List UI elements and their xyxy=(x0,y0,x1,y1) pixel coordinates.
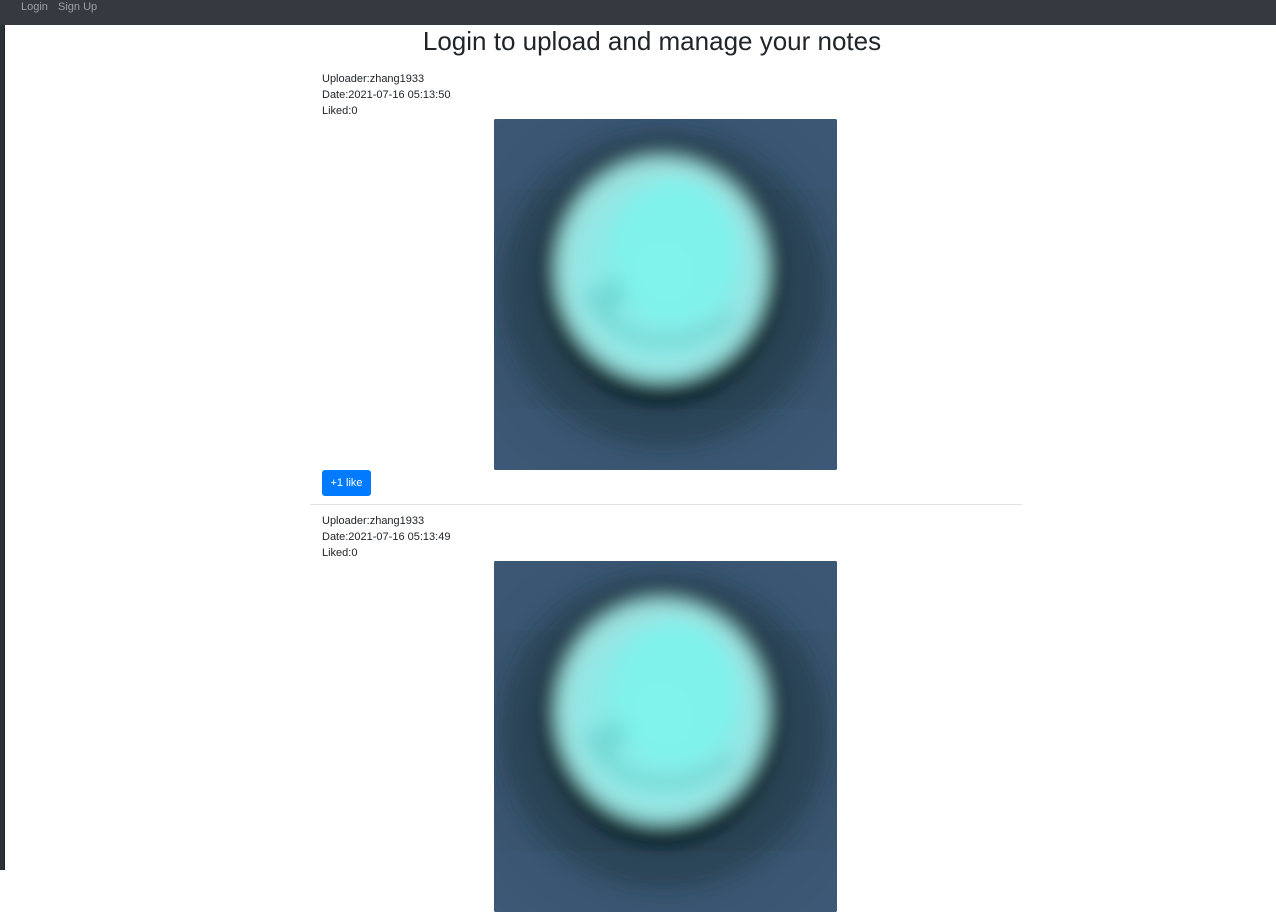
note-date: Date:2021-07-16 05:13:50 xyxy=(322,89,451,101)
page-title: Login to upload and manage your notes xyxy=(422,26,882,56)
note-card: Uploader:zhang1933 Date:2021-07-16 05:13… xyxy=(310,512,1022,912)
nav-login-link[interactable]: Login xyxy=(21,1,48,13)
note-uploader: Uploader:zhang1933 xyxy=(322,73,425,85)
nav-signup-link[interactable]: Sign Up xyxy=(58,1,97,13)
top-navbar: Login Sign Up xyxy=(0,0,1276,25)
note-image xyxy=(494,561,837,912)
note-uploader: Uploader:zhang1933 xyxy=(322,515,425,527)
note-card: Uploader:zhang1933 Date:2021-07-16 05:13… xyxy=(310,70,1022,505)
note-date: Date:2021-07-16 05:13:49 xyxy=(322,531,451,543)
like-button[interactable]: +1 like xyxy=(322,470,371,496)
note-image xyxy=(494,119,837,470)
window-left-edge xyxy=(0,0,5,870)
note-liked-count: Liked:0 xyxy=(322,547,358,559)
note-liked-count: Liked:0 xyxy=(322,105,358,117)
